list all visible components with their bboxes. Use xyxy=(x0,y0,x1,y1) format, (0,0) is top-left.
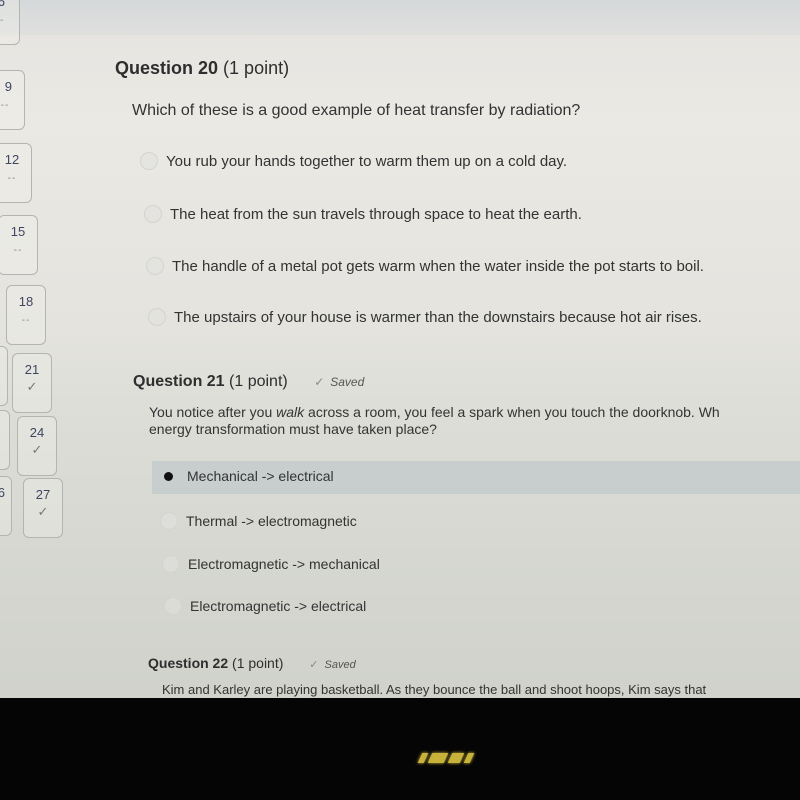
nav-tile-15[interactable]: 15 -- xyxy=(0,215,38,275)
check-icon: ✓ xyxy=(26,379,38,394)
q20-option-4[interactable]: The upstairs of your house is warmer tha… xyxy=(148,308,702,326)
nav-tile-9[interactable]: 9 -- xyxy=(0,70,25,130)
nav-tile-21[interactable]: 21 ✓ xyxy=(12,353,52,413)
radio-button-selected[interactable] xyxy=(164,471,173,481)
nav-tile-partial[interactable]: 6 xyxy=(0,476,12,536)
nav-tile-partial-3[interactable] xyxy=(0,410,10,470)
check-icon: ✓ xyxy=(309,659,319,671)
q20-option-3[interactable]: The handle of a metal pot gets warm when… xyxy=(146,257,704,275)
question-22-title: Question 22 (1 point) ✓ Saved xyxy=(148,655,356,671)
saved-indicator: ✓ Saved xyxy=(309,659,356,671)
top-band xyxy=(0,0,800,35)
radio-button[interactable] xyxy=(146,257,164,275)
nav-tile-6[interactable]: 6 -- xyxy=(0,0,20,45)
radio-button[interactable] xyxy=(160,512,178,530)
monitor-brand-logo xyxy=(417,750,510,764)
q21-option-4[interactable]: Electromagnetic -> electrical xyxy=(164,597,366,615)
nav-tile-24[interactable]: 24 ✓ xyxy=(17,416,57,476)
question-21-text: You notice after you walk across a room,… xyxy=(149,404,720,437)
question-21-title: Question 21 (1 point) ✓ Saved xyxy=(133,373,365,390)
q20-option-1[interactable]: You rub your hands together to warm them… xyxy=(140,152,567,170)
quiz-page: 6 -- 9 -- 12 -- 15 -- 18 -- 21 ✓ 24 ✓ 27… xyxy=(0,0,800,700)
check-icon: ✓ xyxy=(314,375,325,389)
question-20-text: Which of these is a good example of heat… xyxy=(132,102,581,119)
q21-option-2[interactable]: Thermal -> electromagnetic xyxy=(160,512,357,530)
saved-indicator: ✓ Saved xyxy=(314,375,365,389)
radio-button[interactable] xyxy=(148,308,166,326)
q21-option-3[interactable]: Electromagnetic -> mechanical xyxy=(162,555,380,573)
nav-tile-18[interactable]: 18 -- xyxy=(6,285,46,345)
radio-button[interactable] xyxy=(144,205,162,223)
question-22-text: Kim and Karley are playing basketball. A… xyxy=(162,682,707,697)
nav-tile-27[interactable]: 27 ✓ xyxy=(23,478,63,538)
monitor-bezel xyxy=(0,698,800,800)
q21-option-1[interactable]: Mechanical -> electrical xyxy=(160,468,334,484)
check-icon: ✓ xyxy=(37,504,49,519)
radio-button[interactable] xyxy=(140,152,158,170)
q20-option-2[interactable]: The heat from the sun travels through sp… xyxy=(144,205,582,223)
nav-tile-12[interactable]: 12 -- xyxy=(0,143,32,203)
question-20-title: Question 20 (1 point) xyxy=(115,58,290,78)
radio-button[interactable] xyxy=(164,597,182,615)
radio-button[interactable] xyxy=(162,555,180,573)
nav-tile-partial-2[interactable] xyxy=(0,346,8,406)
check-icon: ✓ xyxy=(31,442,43,457)
